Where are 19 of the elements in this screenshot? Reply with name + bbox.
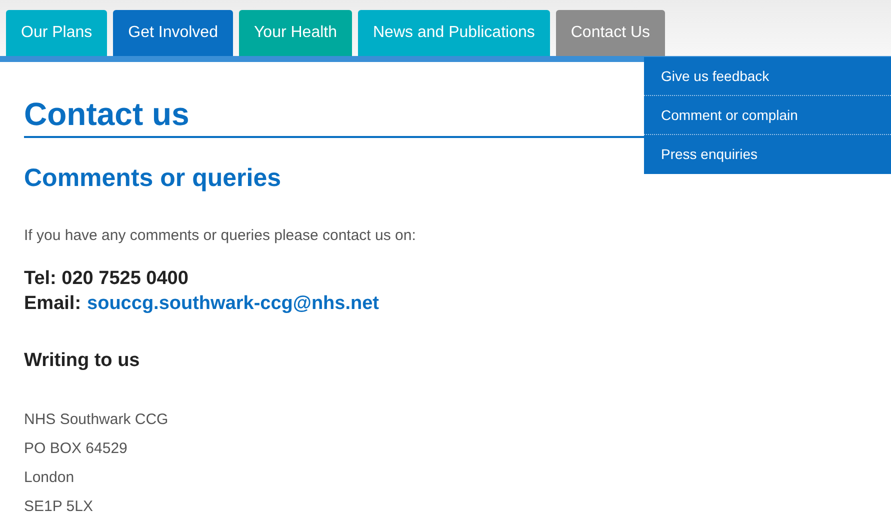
email-label: Email: <box>24 292 82 316</box>
email-link[interactable]: souccg.southwark-ccg@nhs.net <box>87 291 379 316</box>
address-line: London <box>24 468 76 488</box>
dropdown-item[interactable]: Comment or complain <box>644 96 891 135</box>
address-line: NHS Southwark CCG <box>24 410 170 430</box>
intro-text: If you have any comments or queries please contact us on: <box>24 226 417 246</box>
nav-tab[interactable]: News and Publications <box>358 10 550 56</box>
writing-heading: Writing to us <box>24 349 141 373</box>
dropdown-item[interactable]: Press enquiries <box>644 135 891 174</box>
address-line: SE1P 5LX <box>24 497 94 517</box>
telephone-text: Tel: 020 7525 0400 <box>24 267 190 291</box>
nav-tab[interactable]: Get Involved <box>113 10 233 56</box>
nav-tab[interactable]: Contact Us <box>556 10 666 56</box>
address-line: PO BOX 64529 <box>24 439 128 459</box>
nav-tab[interactable]: Our Plans <box>6 10 108 56</box>
dropdown-item[interactable]: Give us feedback <box>644 57 891 96</box>
page-title: Contact us <box>24 95 190 134</box>
section-heading: Comments or queries <box>24 163 282 194</box>
nav-tab[interactable]: Your Health <box>238 10 352 56</box>
